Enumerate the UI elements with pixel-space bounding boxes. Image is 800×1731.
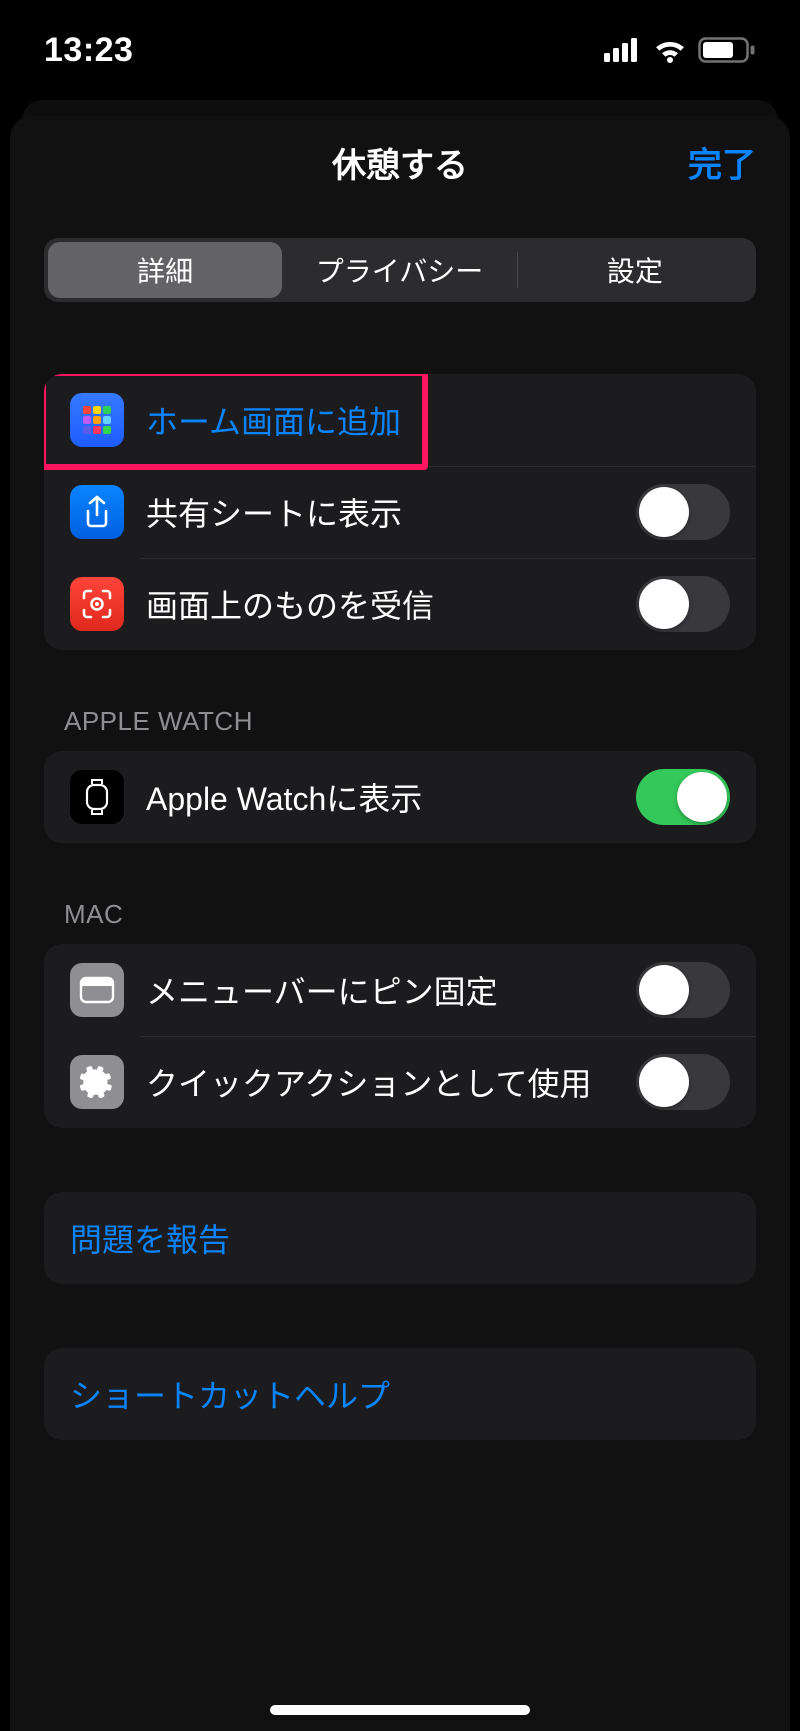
status-bar: 13:23 <box>0 0 800 100</box>
apple-watch-header: APPLE WATCH <box>64 706 756 737</box>
gear-icon <box>70 1055 124 1109</box>
wifi-icon <box>652 37 688 63</box>
mac-group: メニューバーにピン固定 クイックアクションとして使用 <box>44 944 756 1128</box>
sheet-header: 休憩する 完了 <box>10 116 790 208</box>
add-to-home-row[interactable]: ホーム画面に追加 <box>44 374 756 466</box>
report-issue-row[interactable]: 問題を報告 <box>44 1192 756 1284</box>
home-indicator[interactable] <box>270 1705 530 1715</box>
cellular-icon <box>604 38 642 62</box>
tab-privacy[interactable]: プライバシー <box>282 242 516 298</box>
shortcut-help-label: ショートカットヘルプ <box>70 1371 730 1417</box>
pin-menubar-label: メニューバーにピン固定 <box>146 967 636 1013</box>
battery-icon <box>698 37 756 63</box>
apple-watch-toggle[interactable] <box>636 769 730 825</box>
apple-watch-label: Apple Watchに表示 <box>146 774 636 820</box>
quick-action-toggle[interactable] <box>636 1054 730 1110</box>
receive-onscreen-row[interactable]: 画面上のものを受信 <box>44 558 756 650</box>
status-time: 13:23 <box>44 31 133 70</box>
done-button[interactable]: 完了 <box>688 138 756 187</box>
report-issue-label: 問題を報告 <box>70 1215 730 1261</box>
sheet: 休憩する 完了 詳細 プライバシー 設定 ホーム画面に追加 <box>10 116 790 1731</box>
tab-details[interactable]: 詳細 <box>48 242 282 298</box>
quick-action-row[interactable]: クイックアクションとして使用 <box>44 1036 756 1128</box>
menubar-icon <box>70 963 124 1017</box>
details-group: ホーム画面に追加 共有シートに表示 画面上のものを受信 <box>44 374 756 650</box>
home-screen-icon <box>70 393 124 447</box>
add-to-home-label: ホーム画面に追加 <box>146 397 730 443</box>
quick-action-label: クイックアクションとして使用 <box>146 1059 636 1105</box>
receive-onscreen-toggle[interactable] <box>636 576 730 632</box>
share-sheet-row[interactable]: 共有シートに表示 <box>44 466 756 558</box>
apple-watch-icon <box>70 770 124 824</box>
share-sheet-toggle[interactable] <box>636 484 730 540</box>
shortcut-help-row[interactable]: ショートカットヘルプ <box>44 1348 756 1440</box>
segmented-control[interactable]: 詳細 プライバシー 設定 <box>44 238 756 302</box>
mac-header: MAC <box>64 899 756 930</box>
pin-menubar-row[interactable]: メニューバーにピン固定 <box>44 944 756 1036</box>
sheet-title: 休憩する <box>332 138 468 187</box>
receive-onscreen-label: 画面上のものを受信 <box>146 581 636 627</box>
share-sheet-label: 共有シートに表示 <box>146 489 636 535</box>
apple-watch-group: Apple Watchに表示 <box>44 751 756 843</box>
apple-watch-row[interactable]: Apple Watchに表示 <box>44 751 756 843</box>
tab-settings[interactable]: 設定 <box>518 242 752 298</box>
capture-icon <box>70 577 124 631</box>
share-icon <box>70 485 124 539</box>
pin-menubar-toggle[interactable] <box>636 962 730 1018</box>
status-icons <box>604 37 756 63</box>
